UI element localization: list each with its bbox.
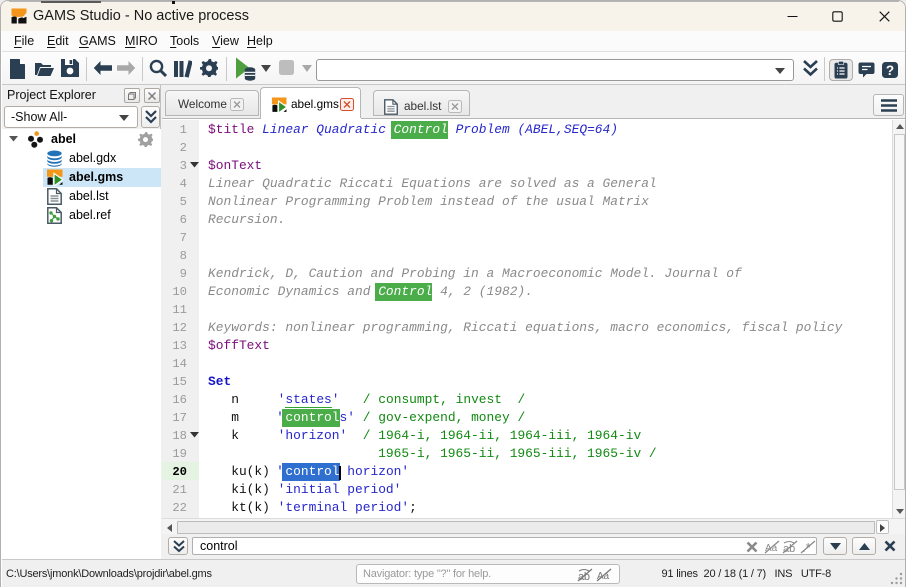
svg-text:Aa: Aa (765, 543, 778, 554)
svg-text:.*: .* (802, 540, 811, 554)
svg-text:?: ? (886, 63, 894, 78)
